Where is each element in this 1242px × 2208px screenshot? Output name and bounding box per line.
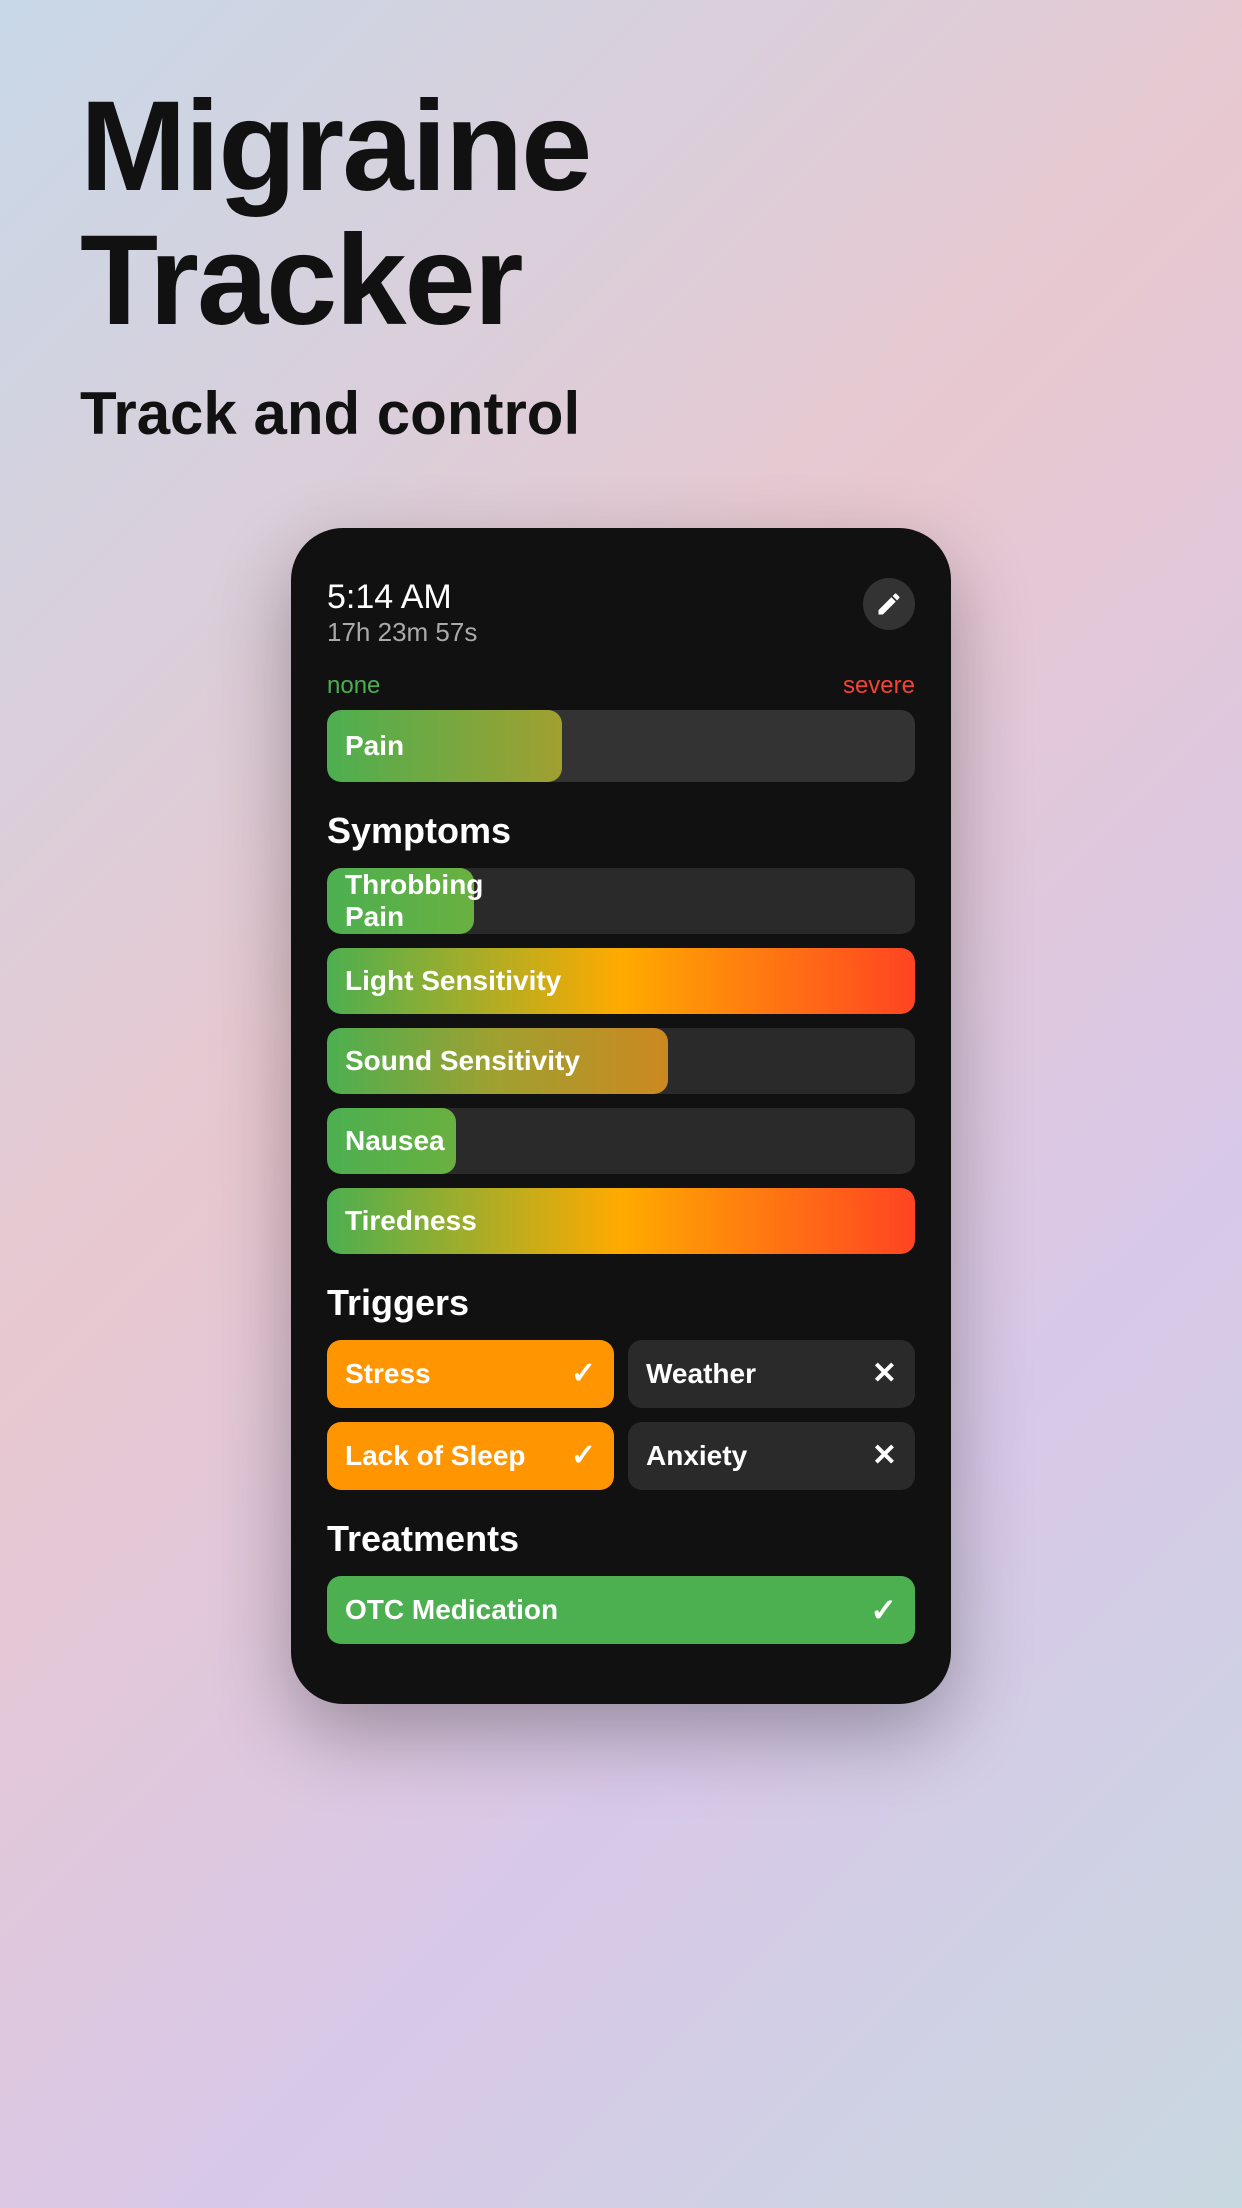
app-title: Migraine Tracker xyxy=(80,80,1162,349)
sound-label: Sound Sensitivity xyxy=(345,1045,580,1077)
symptom-tiredness-bar[interactable]: Tiredness xyxy=(327,1188,915,1254)
pain-bar-fill: Pain xyxy=(327,710,562,782)
symptom-throbbing-bar[interactable]: Throbbing Pain xyxy=(327,868,915,934)
trigger-stress-label: Stress xyxy=(345,1358,431,1390)
treatment-otc-checkmark-icon: ✓ xyxy=(870,1591,897,1629)
trigger-weather-x-icon: ✕ xyxy=(872,1356,897,1391)
triggers-section-title: Triggers xyxy=(327,1282,915,1324)
status-time-group: 5:14 AM 17h 23m 57s xyxy=(327,578,477,648)
treatment-otc-label: OTC Medication xyxy=(345,1594,558,1626)
tiredness-fill: Tiredness xyxy=(327,1188,915,1254)
pain-bar-container[interactable]: Pain xyxy=(327,710,915,782)
app-subtitle: Track and control xyxy=(80,379,1162,448)
trigger-stress-checkmark-icon: ✓ xyxy=(571,1356,596,1391)
symptom-light-bar[interactable]: Light Sensitivity xyxy=(327,948,915,1014)
pencil-icon xyxy=(875,590,903,618)
trigger-weather-label: Weather xyxy=(646,1358,756,1390)
trigger-lack-of-sleep[interactable]: Lack of Sleep ✓ xyxy=(327,1422,614,1490)
elapsed-time: 17h 23m 57s xyxy=(327,617,477,648)
light-fill: Light Sensitivity xyxy=(327,948,915,1014)
triggers-grid: Stress ✓ Weather ✕ Lack of Sleep ✓ Anxie… xyxy=(327,1340,915,1490)
trigger-lack-of-sleep-checkmark-icon: ✓ xyxy=(571,1438,596,1473)
symptom-sound-bar[interactable]: Sound Sensitivity xyxy=(327,1028,915,1094)
pain-max-label: severe xyxy=(843,672,915,700)
trigger-anxiety-x-icon: ✕ xyxy=(872,1438,897,1473)
throbbing-label: Throbbing Pain xyxy=(345,869,483,933)
current-time: 5:14 AM xyxy=(327,578,477,617)
trigger-anxiety-label: Anxiety xyxy=(646,1440,747,1472)
trigger-anxiety[interactable]: Anxiety ✕ xyxy=(628,1422,915,1490)
status-bar: 5:14 AM 17h 23m 57s xyxy=(327,578,915,648)
tiredness-label: Tiredness xyxy=(345,1205,477,1237)
nausea-label: Nausea xyxy=(345,1125,445,1157)
treatments-section-title: Treatments xyxy=(327,1518,915,1560)
sound-fill: Sound Sensitivity xyxy=(327,1028,668,1094)
nausea-fill: Nausea xyxy=(327,1108,456,1174)
hero-section: Migraine Tracker Track and control xyxy=(0,0,1242,488)
trigger-weather[interactable]: Weather ✕ xyxy=(628,1340,915,1408)
edit-button[interactable] xyxy=(863,578,915,630)
pain-min-label: none xyxy=(327,672,380,700)
light-label: Light Sensitivity xyxy=(345,965,561,997)
symptoms-section-title: Symptoms xyxy=(327,810,915,852)
trigger-lack-of-sleep-label: Lack of Sleep xyxy=(345,1440,526,1472)
pain-bar-label: Pain xyxy=(345,730,404,762)
throbbing-fill: Throbbing Pain xyxy=(327,868,474,934)
symptom-nausea-bar[interactable]: Nausea xyxy=(327,1108,915,1174)
pain-labels: none severe xyxy=(327,672,915,700)
trigger-stress[interactable]: Stress ✓ xyxy=(327,1340,614,1408)
phone-mockup: 5:14 AM 17h 23m 57s none severe Pain Sym… xyxy=(291,528,951,1704)
treatment-otc-medication[interactable]: OTC Medication ✓ xyxy=(327,1576,915,1644)
